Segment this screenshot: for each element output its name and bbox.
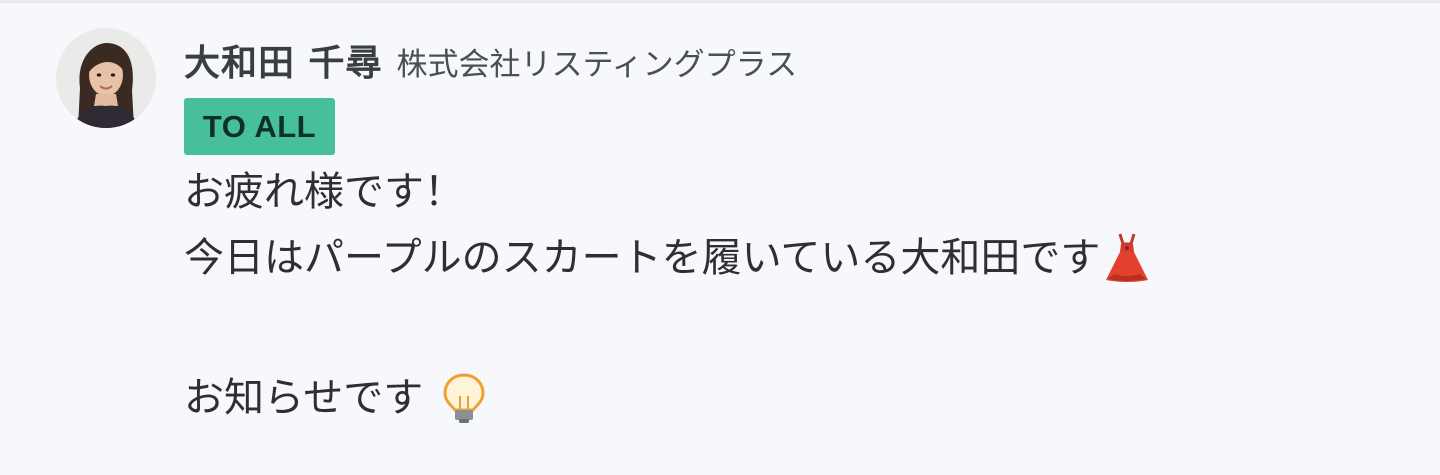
message-line-1: お疲れ様です！	[184, 166, 464, 218]
message-text-1: お疲れ様です！	[184, 169, 464, 215]
avatar-photo	[56, 28, 156, 128]
sender-organization: 株式会社リスティングプラス	[396, 47, 798, 83]
avatar[interactable]	[56, 28, 156, 128]
message-line-2: 今日はパープルのスカートを履いている大和田です	[184, 232, 1150, 284]
message-text-3: お知らせです	[184, 375, 424, 421]
chat-message: 大和田 千尋 株式会社リスティングプラス TO ALL お疲れ様です！ 今日はパ…	[0, 0, 1440, 475]
message-line-3: お知らせです	[184, 372, 487, 424]
dress-icon	[1104, 232, 1150, 284]
light-bulb-icon	[441, 372, 487, 424]
sender-name[interactable]: 大和田 千尋	[184, 34, 383, 86]
message-text-2: 今日はパープルのスカートを履いている大和田です	[184, 235, 1101, 281]
message-header: 大和田 千尋 株式会社リスティングプラス	[184, 34, 797, 90]
to-all-badge[interactable]: TO ALL	[184, 98, 335, 155]
